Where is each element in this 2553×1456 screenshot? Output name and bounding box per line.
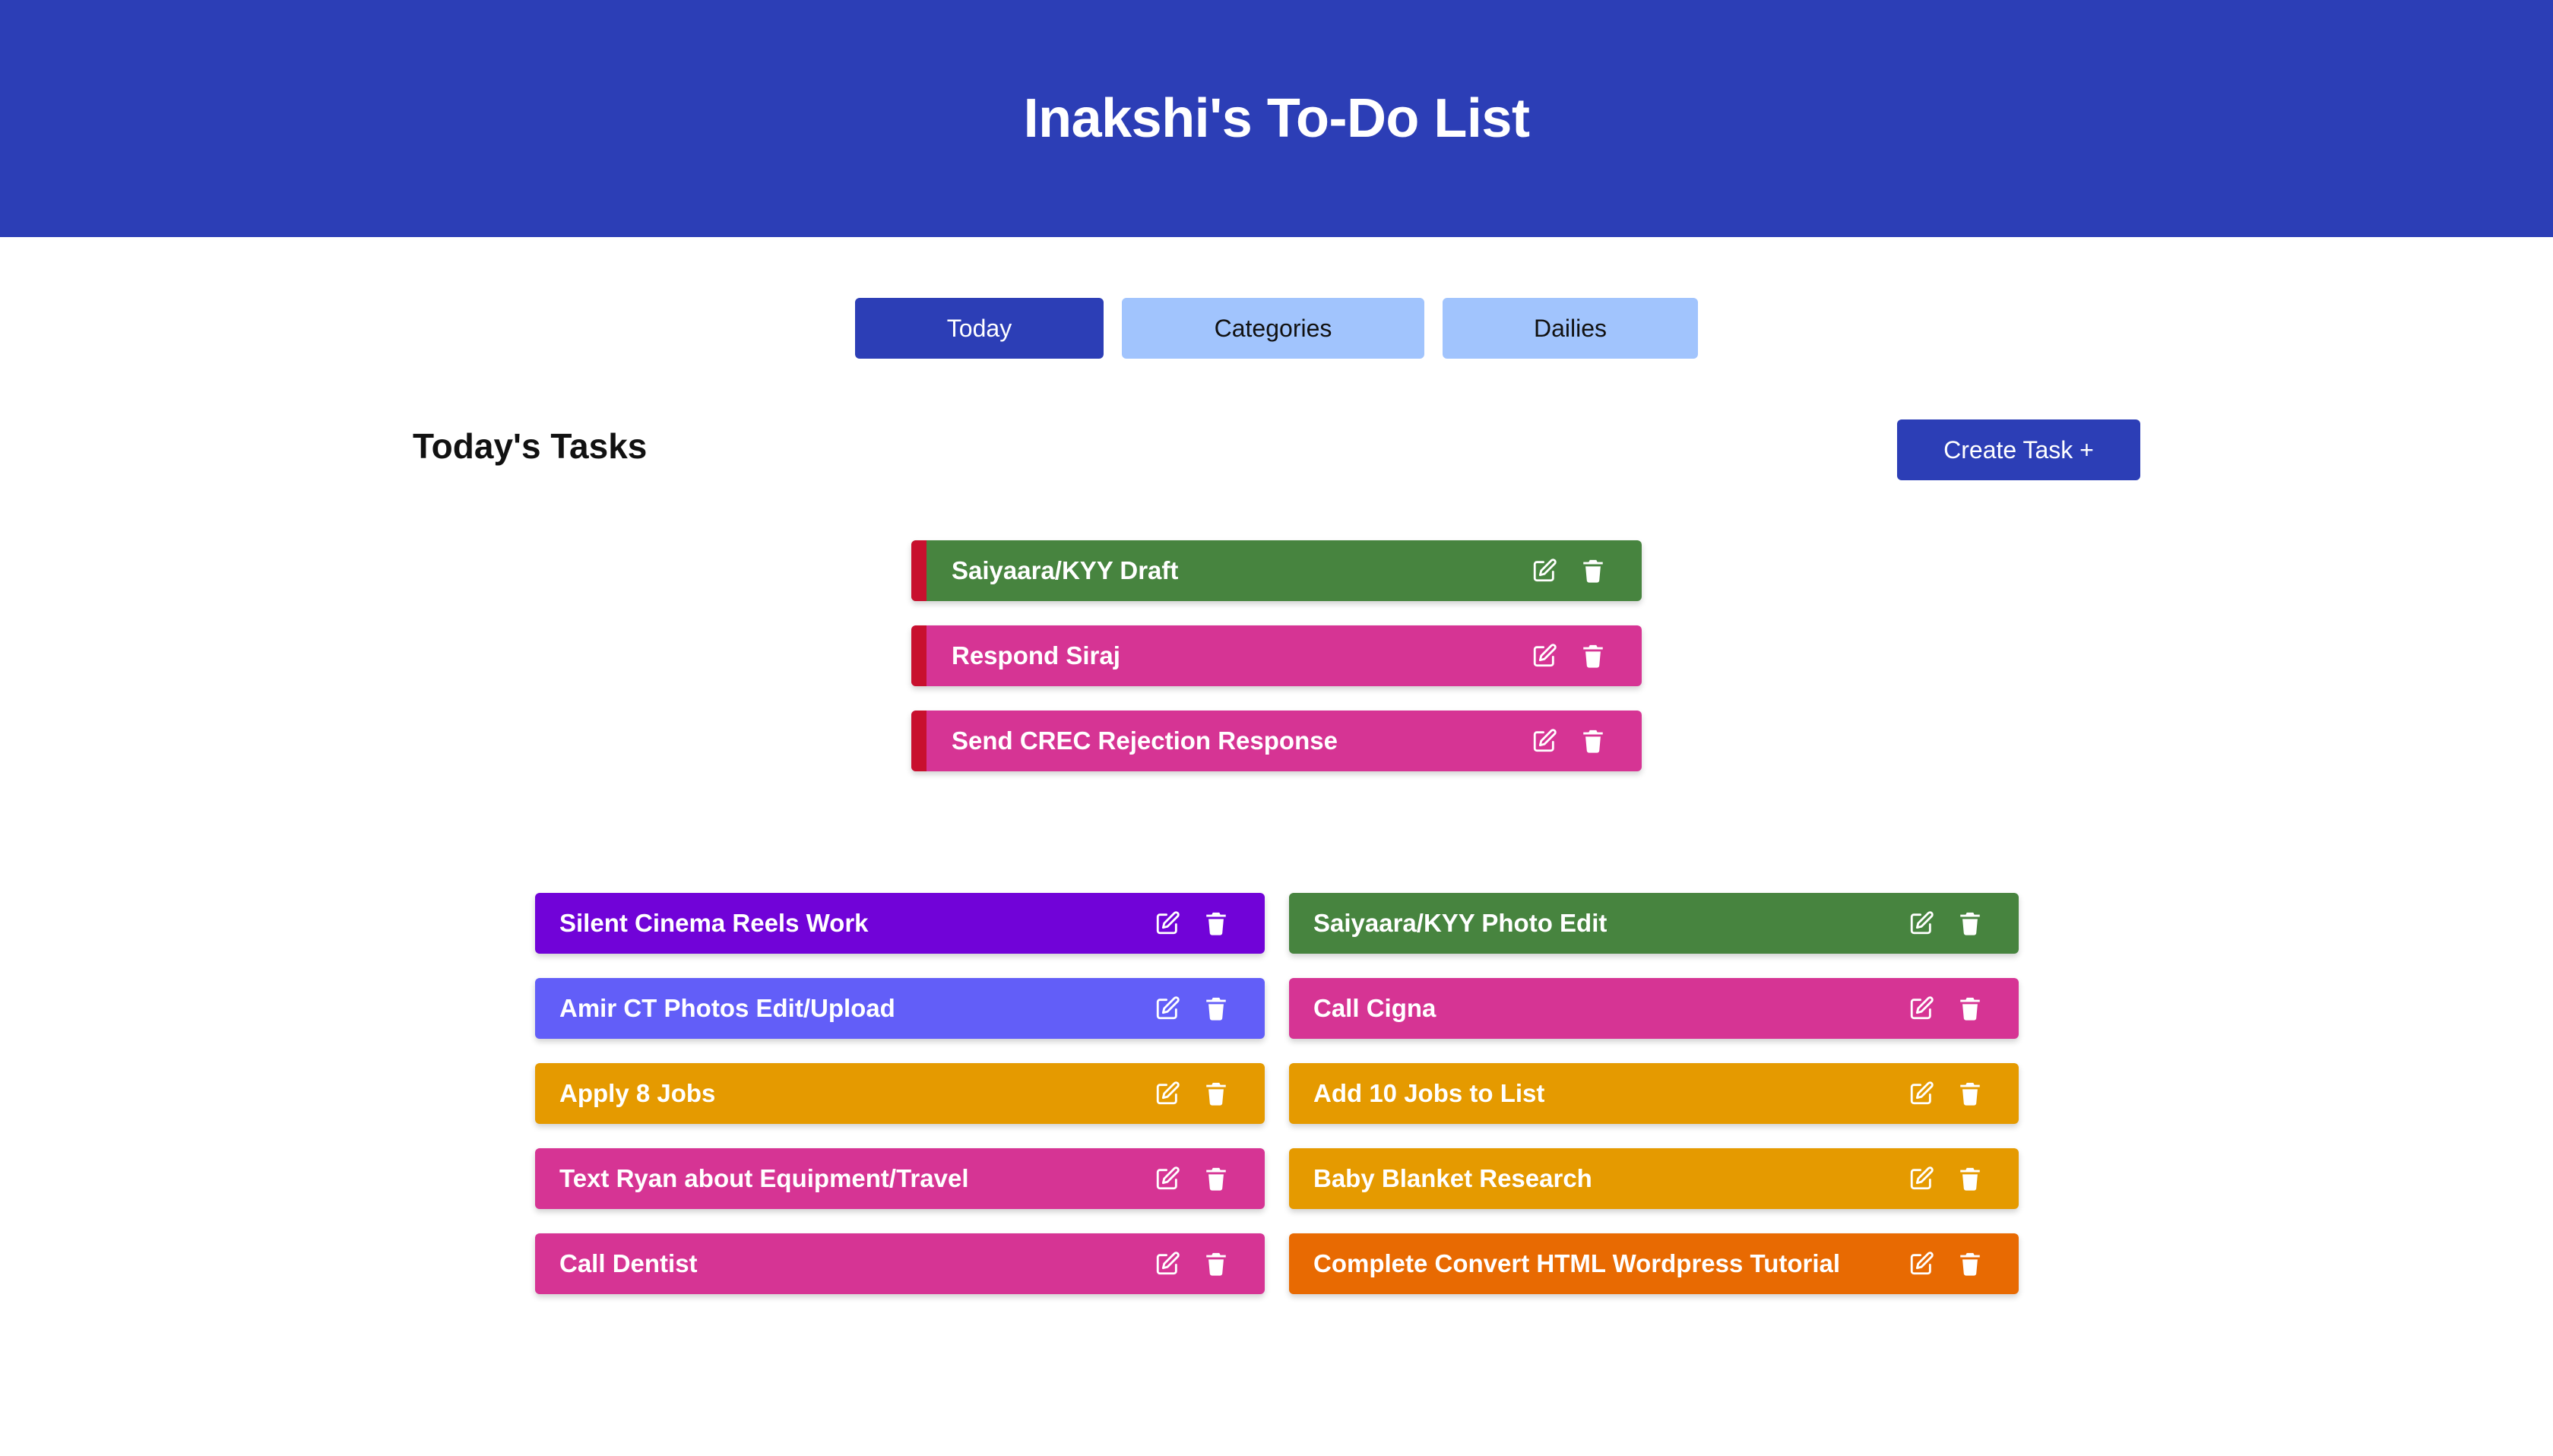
task-title: Add 10 Jobs to List [1313, 1079, 1545, 1107]
task-card[interactable]: Respond Siraj [911, 625, 1642, 686]
task-card[interactable]: Baby Blanket Research [1289, 1148, 2019, 1209]
task-card[interactable]: Call Dentist [535, 1233, 1265, 1294]
trash-icon[interactable] [1201, 1078, 1231, 1109]
edit-icon[interactable] [1152, 908, 1183, 938]
task-actions [1888, 908, 1985, 938]
task-actions [1888, 993, 1985, 1024]
edit-icon[interactable] [1152, 1163, 1183, 1194]
trash-icon[interactable] [1955, 1249, 1985, 1279]
task-actions [1134, 993, 1231, 1024]
task-actions [1888, 1078, 1985, 1109]
task-title: Send CREC Rejection Response [952, 726, 1338, 755]
task-title: Respond Siraj [952, 641, 1120, 669]
task-card[interactable]: Saiyaara/KYY Draft [911, 540, 1642, 601]
task-actions [1888, 1163, 1985, 1194]
trash-icon[interactable] [1955, 1078, 1985, 1109]
trash-icon[interactable] [1201, 1249, 1231, 1279]
task-title: Silent Cinema Reels Work [559, 909, 869, 937]
edit-icon[interactable] [1152, 1249, 1183, 1279]
trash-icon[interactable] [1955, 1163, 1985, 1194]
tab-bar: Today Categories Dailies [0, 298, 2553, 359]
trash-icon[interactable] [1201, 908, 1231, 938]
section-title: Today's Tasks [413, 426, 648, 466]
trash-icon[interactable] [1955, 993, 1985, 1024]
task-card[interactable]: Complete Convert HTML Wordpress Tutorial [1289, 1233, 2019, 1294]
task-actions [1134, 908, 1231, 938]
app-header: Inakshi's To-Do List [0, 0, 2553, 237]
task-title: Saiyaara/KYY Photo Edit [1313, 909, 1608, 937]
tab-categories[interactable]: Categories [1122, 298, 1424, 359]
edit-icon[interactable] [1906, 1249, 1937, 1279]
edit-icon[interactable] [1152, 1078, 1183, 1109]
edit-icon[interactable] [1529, 641, 1560, 671]
task-card[interactable]: Text Ryan about Equipment/Travel [535, 1148, 1265, 1209]
task-card[interactable]: Amir CT Photos Edit/Upload [535, 978, 1265, 1039]
task-card[interactable]: Call Cigna [1289, 978, 2019, 1039]
task-actions [1511, 641, 1608, 671]
task-title: Saiyaara/KYY Draft [952, 556, 1179, 584]
task-card[interactable]: Send CREC Rejection Response [911, 711, 1642, 771]
trash-icon[interactable] [1578, 641, 1608, 671]
trash-icon[interactable] [1955, 908, 1985, 938]
task-card[interactable]: Apply 8 Jobs [535, 1063, 1265, 1124]
task-actions [1134, 1078, 1231, 1109]
priority-marker [911, 711, 926, 771]
trash-icon[interactable] [1201, 993, 1231, 1024]
task-title: Baby Blanket Research [1313, 1164, 1592, 1192]
task-actions [1134, 1163, 1231, 1194]
task-title: Text Ryan about Equipment/Travel [559, 1164, 969, 1192]
priority-marker [911, 625, 926, 686]
task-card[interactable]: Saiyaara/KYY Photo Edit [1289, 893, 2019, 954]
edit-icon[interactable] [1906, 993, 1937, 1024]
tab-dailies[interactable]: Dailies [1443, 298, 1698, 359]
priority-marker [911, 540, 926, 601]
task-title: Call Cigna [1313, 994, 1436, 1022]
task-actions [1134, 1249, 1231, 1279]
task-title: Apply 8 Jobs [559, 1079, 716, 1107]
edit-icon[interactable] [1906, 1163, 1937, 1194]
tab-today[interactable]: Today [855, 298, 1104, 359]
task-title: Call Dentist [559, 1249, 698, 1277]
task-title: Complete Convert HTML Wordpress Tutorial [1313, 1249, 1841, 1277]
trash-icon[interactable] [1578, 555, 1608, 586]
trash-icon[interactable] [1201, 1163, 1231, 1194]
task-card[interactable]: Silent Cinema Reels Work [535, 893, 1265, 954]
task-actions [1511, 726, 1608, 756]
task-actions [1511, 555, 1608, 586]
edit-icon[interactable] [1529, 555, 1560, 586]
task-actions [1888, 1249, 1985, 1279]
task-grid: Silent Cinema Reels Work Saiyaara/KYY Ph… [535, 893, 2019, 1294]
priority-task-list: Saiyaara/KYY Draft Respond Siraj Send CR… [911, 540, 1642, 796]
edit-icon[interactable] [1529, 726, 1560, 756]
edit-icon[interactable] [1906, 1078, 1937, 1109]
trash-icon[interactable] [1578, 726, 1608, 756]
task-title: Amir CT Photos Edit/Upload [559, 994, 895, 1022]
edit-icon[interactable] [1906, 908, 1937, 938]
page-title: Inakshi's To-Do List [1023, 88, 1530, 149]
create-task-button[interactable]: Create Task + [1897, 419, 2140, 480]
edit-icon[interactable] [1152, 993, 1183, 1024]
task-card[interactable]: Add 10 Jobs to List [1289, 1063, 2019, 1124]
